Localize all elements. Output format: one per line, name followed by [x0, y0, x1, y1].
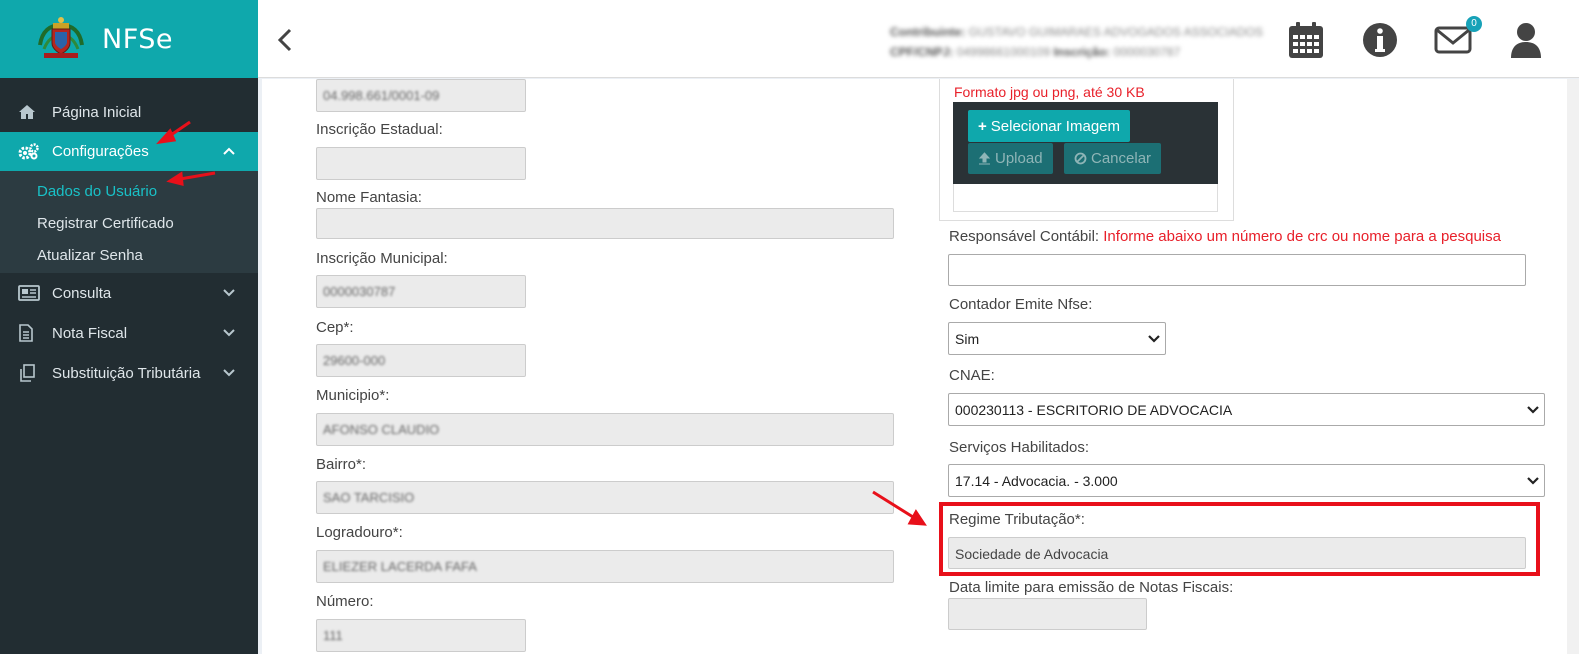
regime-highlight-box: [939, 502, 1540, 576]
sidebar-item-label: Página Inicial: [52, 103, 142, 121]
data-limite-label: Data limite para emissão de Notas Fiscai…: [949, 579, 1234, 596]
contador-emite-label: Contador Emite Nfse:: [949, 296, 1093, 313]
upload-hint: Formato jpg ou png, até 30 KB: [954, 84, 1145, 100]
cnpj-field[interactable]: 04.998.661/0001-09: [316, 79, 526, 112]
select-image-label: Selecionar Imagem: [990, 117, 1120, 135]
chevron-up-icon: [223, 147, 235, 155]
sidebar-item-label: Nota Fiscal: [52, 324, 128, 342]
info-icon[interactable]: [1360, 20, 1400, 60]
nome-fantasia-label: Nome Fantasia:: [316, 189, 422, 206]
cancel-button[interactable]: Cancelar: [1064, 143, 1162, 174]
sidebar-menu: Página Inicial Configurações Dados do Us…: [0, 78, 258, 393]
inscricao-estadual-field[interactable]: [316, 147, 526, 180]
chevron-down-icon: [1527, 406, 1539, 414]
chevron-down-icon: [1148, 335, 1160, 343]
configuracoes-submenu: Dados do Usuário Registrar Certificado A…: [0, 171, 258, 273]
coat-of-arms-icon: [38, 17, 84, 58]
scrollbar[interactable]: [1567, 79, 1579, 654]
plus-icon: +: [978, 117, 987, 135]
contador-emite-select[interactable]: Sim: [948, 322, 1166, 355]
app-title: NFSe: [102, 23, 174, 55]
cep-label: Cep*:: [316, 319, 354, 336]
top-header: Contribuinte: GUSTAVO GUIMARAES ADVOGADO…: [258, 0, 1579, 78]
upload-button[interactable]: Upload: [968, 143, 1053, 174]
responsavel-contabil-label: Responsável Contábil: Informe abaixo um …: [949, 228, 1501, 245]
sidebar-item-label: Configurações: [52, 143, 149, 160]
sidebar-item-consulta[interactable]: Consulta: [0, 273, 258, 313]
upload-preview: [953, 184, 1218, 212]
cnae-select[interactable]: 000230113 - ESCRITORIO DE ADVOCACIA: [948, 393, 1545, 426]
document-icon: [18, 324, 40, 342]
cnae-label: CNAE:: [949, 367, 995, 384]
chevron-left-icon[interactable]: [276, 27, 296, 53]
ban-icon: [1074, 152, 1087, 165]
user-icon[interactable]: [1506, 20, 1546, 60]
logradouro-label: Logradouro*:: [316, 524, 403, 541]
inscricao-municipal-field[interactable]: 0000030787: [316, 275, 526, 308]
responsavel-label-text: Responsável Contábil:: [949, 228, 1100, 245]
contribuinte-info: Contribuinte: GUSTAVO GUIMARAES ADVOGADO…: [890, 22, 1263, 62]
inscricao-label: Inscrição:: [1053, 45, 1111, 59]
sidebar-item-substituicao-tributaria[interactable]: Substituição Tributária: [0, 353, 258, 393]
contribuinte-value: GUSTAVO GUIMARAES ADVOGADOS ASSOCIADOS: [968, 25, 1263, 39]
copy-icon: [18, 364, 40, 382]
upload-icon: [978, 152, 991, 165]
inscricao-value: 0000030787: [1113, 45, 1181, 59]
responsavel-hint: Informe abaixo um número de crc ou nome …: [1103, 228, 1501, 245]
gears-icon: [18, 142, 40, 161]
sidebar: NFSe Página Inicial Configurações Dados …: [0, 0, 258, 654]
bairro-field[interactable]: SAO TARCISIO: [316, 481, 894, 514]
notification-badge: 0: [1466, 16, 1482, 32]
calendar-icon[interactable]: [1286, 20, 1326, 60]
municipio-label: Municipio*:: [316, 387, 390, 404]
chevron-down-icon: [223, 329, 235, 337]
sidebar-item-pagina-inicial[interactable]: Página Inicial: [0, 92, 258, 132]
submenu-atualizar-senha[interactable]: Atualizar Senha: [0, 239, 258, 271]
nome-fantasia-field[interactable]: [316, 208, 894, 239]
sidebar-item-label: Substituição Tributária: [52, 364, 201, 382]
submenu-registrar-certificado[interactable]: Registrar Certificado: [0, 207, 258, 239]
newspaper-icon: [18, 284, 40, 302]
inscricao-estadual-label: Inscrição Estadual:: [316, 121, 443, 138]
servicos-habilitados-select[interactable]: 17.14 - Advocacia. - 3.000: [948, 464, 1545, 497]
cpf-value: 04998661000109: [956, 45, 1051, 59]
sidebar-item-configuracoes[interactable]: Configurações: [0, 132, 258, 171]
responsavel-contabil-input[interactable]: [948, 254, 1526, 286]
sidebar-item-nota-fiscal[interactable]: Nota Fiscal: [0, 313, 258, 353]
home-icon: [18, 103, 40, 121]
numero-field[interactable]: 111: [316, 619, 526, 652]
data-limite-field[interactable]: [948, 598, 1147, 630]
upload-label: Upload: [995, 150, 1043, 167]
chevron-down-icon: [1527, 477, 1539, 485]
cancel-label: Cancelar: [1091, 150, 1152, 167]
servicos-habilitados-label: Serviços Habilitados:: [949, 439, 1090, 456]
cep-field[interactable]: 29600-000: [316, 344, 526, 377]
sidebar-item-label: Consulta: [52, 284, 112, 302]
cpf-label: CPF/CNPJ:: [890, 45, 954, 59]
logo[interactable]: NFSe: [0, 0, 258, 78]
chevron-down-icon: [223, 289, 235, 297]
bairro-label: Bairro*:: [316, 456, 367, 473]
logradouro-field[interactable]: ELIEZER LACERDA FAFA: [316, 550, 894, 583]
contribuinte-label: Contribuinte:: [890, 25, 966, 39]
municipio-field[interactable]: AFONSO CLAUDIO: [316, 413, 894, 446]
submenu-dados-do-usuario[interactable]: Dados do Usuário: [0, 175, 258, 207]
select-image-button[interactable]: + Selecionar Imagem: [968, 110, 1130, 142]
inscricao-municipal-label: Inscrição Municipal:: [316, 250, 448, 267]
chevron-down-icon: [223, 369, 235, 377]
numero-label: Número:: [316, 593, 374, 610]
